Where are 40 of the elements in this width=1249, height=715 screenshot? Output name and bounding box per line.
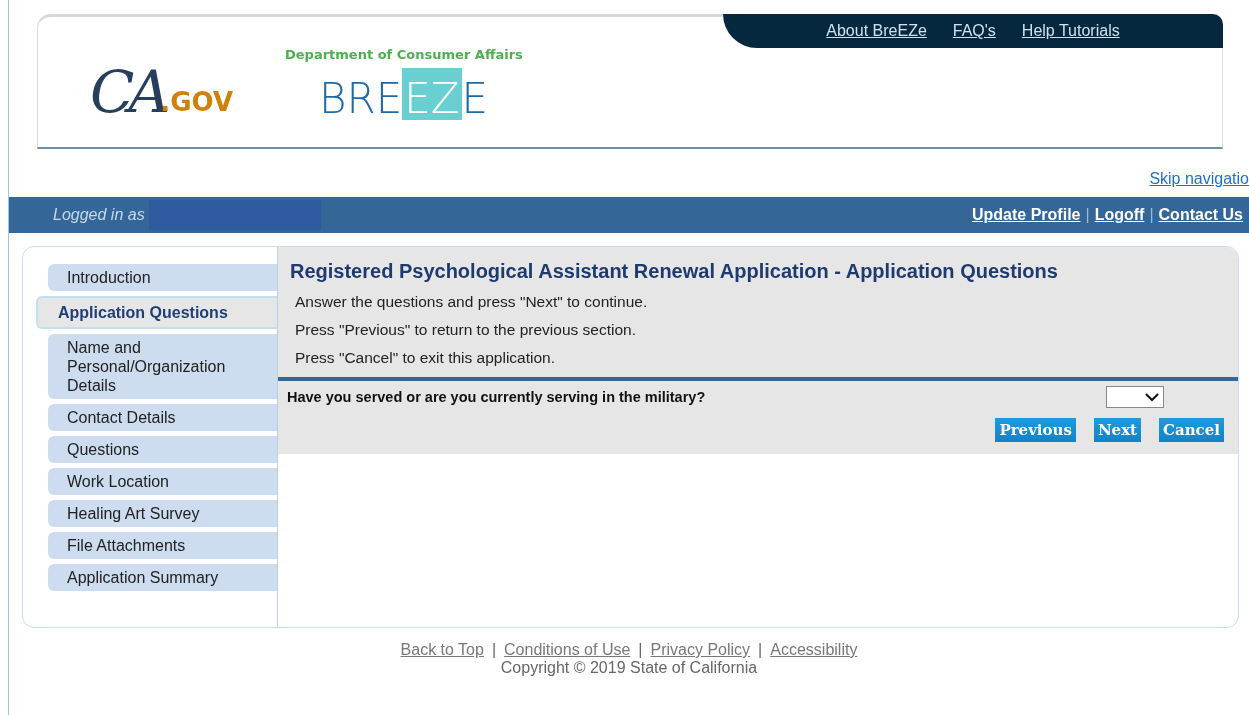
separator: | [1085,206,1090,224]
skip-navigation-link[interactable]: Skip navigatio [1149,170,1249,190]
sidebar-item[interactable]: Healing Art Survey [48,500,277,527]
sidebar-item[interactable]: Work Location [48,468,277,495]
form-button[interactable]: Next [1093,418,1142,442]
answer-select[interactable] [1106,386,1164,408]
department-name: Department of Consumer Affairs [285,47,523,62]
user-link[interactable]: Contact Us [1158,206,1243,224]
sidebar-item[interactable]: Questions [48,436,277,463]
separator: | [491,641,497,659]
footer-link[interactable]: Back to Top [400,641,484,659]
copyright-text: Copyright © 2019 State of California [500,659,758,677]
sidebar-item[interactable]: Introduction [48,264,277,291]
ca-gov-logo: CA.GOV [90,57,233,121]
instruction-text: Press "Previous" to return to the previous section. [295,321,637,339]
top-link[interactable]: Help Tutorials [1021,22,1120,40]
user-link[interactable]: Update Profile [972,206,1081,224]
instruction-text: Press "Cancel" to exit this application. [295,349,556,367]
sidebar-item[interactable]: Name and Personal/Organization Details [48,334,277,399]
sidebar-item[interactable]: Application Summary [48,564,277,591]
top-link[interactable]: About BreEZe [826,22,927,40]
footer-link[interactable]: Accessibility [770,641,858,659]
logged-in-label: Logged in as [53,206,145,224]
breeze-logo: BRE EZE [319,68,523,120]
page-title: Registered Psychological Assistant Renewal Application - Application Questions [289,259,1059,283]
question-text: Have you served or are you currently serving in the military? [287,389,706,405]
footer-link[interactable]: Privacy Policy [650,641,751,659]
user-link[interactable]: Logoff [1094,206,1145,224]
separator: | [758,641,763,659]
footer-link[interactable]: Conditions of Use [504,641,631,659]
form-button[interactable]: Cancel [1159,418,1224,442]
separator: | [1149,206,1154,224]
chevron-down-icon [1145,392,1159,402]
sidebar-item[interactable]: Application Questions [36,296,277,329]
form-button[interactable]: Previous [995,418,1076,442]
sidebar-item[interactable]: Contact Details [48,404,277,431]
instruction-text: Answer the questions and press "Next" to continue. [295,293,649,311]
top-link[interactable]: FAQ's [952,22,996,40]
sidebar-item[interactable]: File Attachments [48,532,277,559]
separator: | [638,641,643,659]
